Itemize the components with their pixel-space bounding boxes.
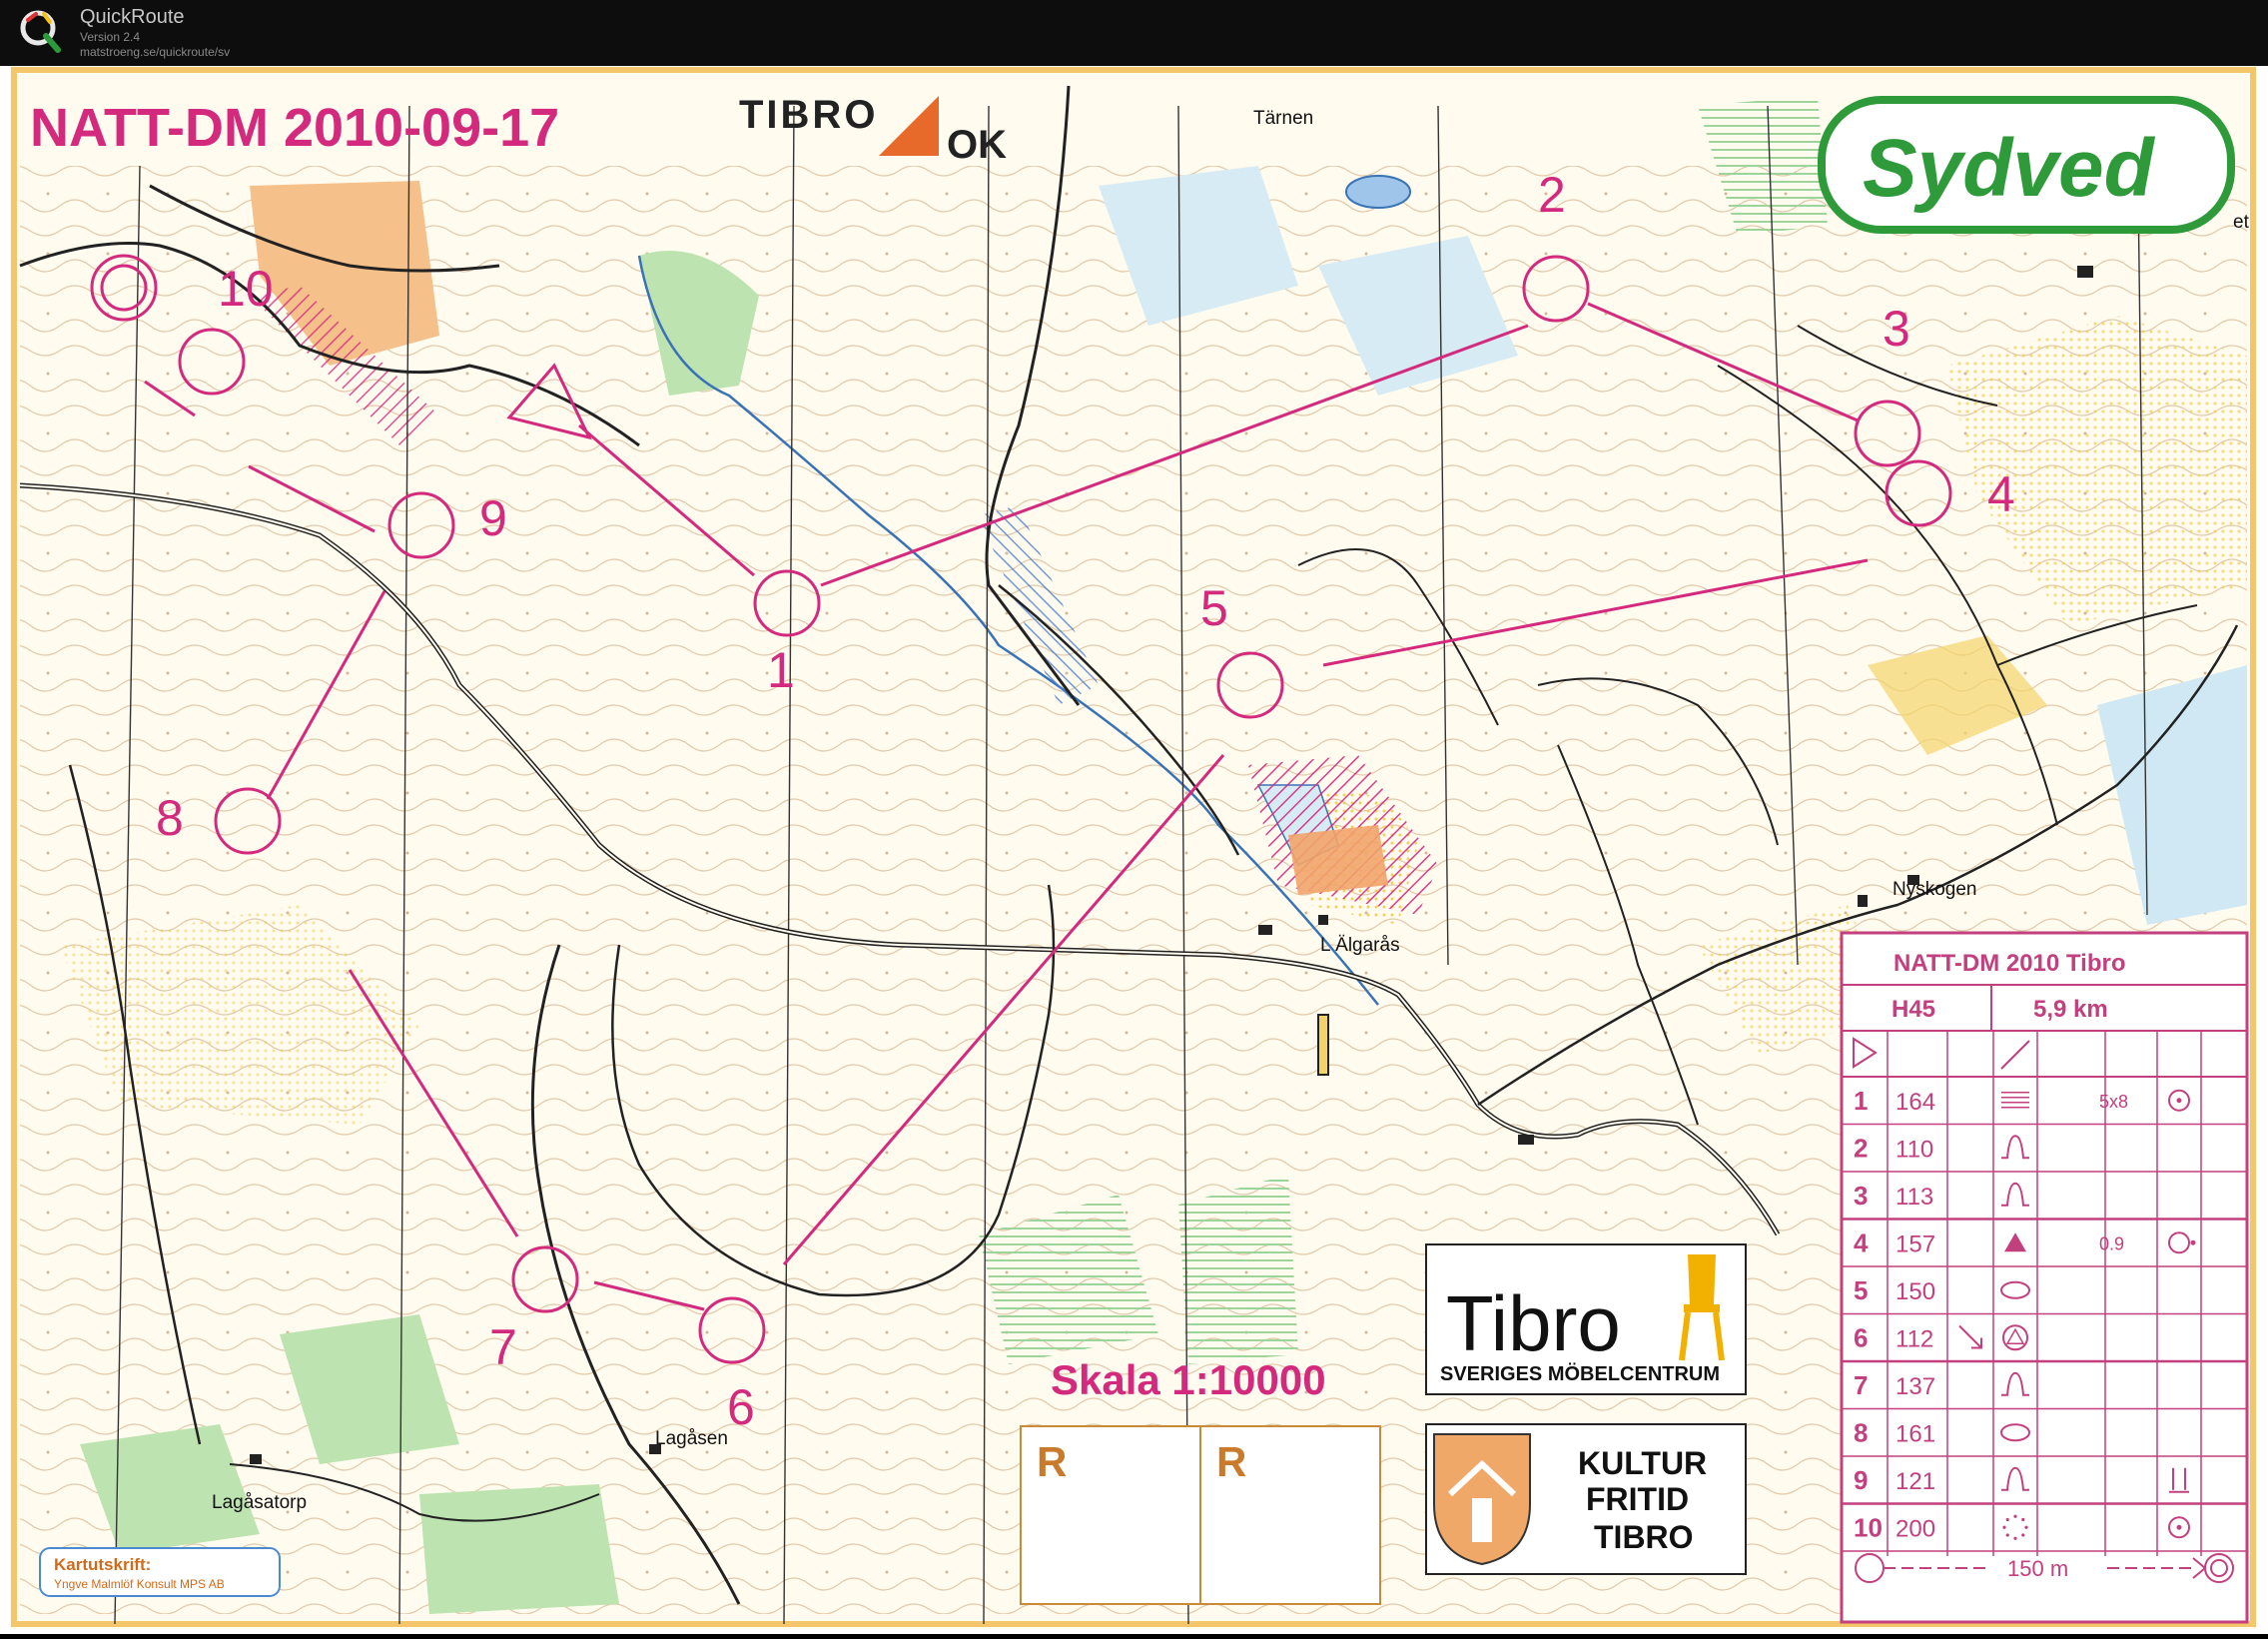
description-length: 5,9 km — [2033, 996, 2108, 1023]
app-version: Version 2.4 — [80, 30, 141, 44]
description-row-code: 161 — [1895, 1421, 1935, 1448]
dot-knoll-symbol-icon — [2002, 1525, 2006, 1529]
finish-distance: 150 m — [2007, 1556, 2068, 1581]
kultur-fritid-logo: KULTUR FRITID TIBRO — [1425, 1423, 1747, 1575]
control-label-1: 1 — [767, 642, 795, 698]
description-row-number: 10 — [1854, 1513, 1883, 1543]
description-row-code: 110 — [1895, 1137, 1933, 1164]
svg-text:Yngve Malmlöf Konsult MPS AB: Yngve Malmlöf Konsult MPS AB — [54, 1577, 225, 1591]
dot-knoll-symbol-icon — [2005, 1517, 2009, 1522]
app-url: matstroeng.se/quickroute/sv — [80, 45, 231, 59]
window-titlebar: QuickRoute Version 2.4 matstroeng.se/qui… — [0, 0, 2268, 66]
description-row-number: 4 — [1854, 1229, 1869, 1258]
place-name-tarnen: Tärnen — [1253, 108, 1313, 129]
description-row-number: 6 — [1854, 1323, 1868, 1353]
description-row-code: 112 — [1895, 1326, 1933, 1353]
control-label-6: 6 — [727, 1379, 755, 1435]
edge-text: et — [2233, 212, 2250, 233]
description-row-code: 164 — [1895, 1089, 1935, 1116]
description-row-dimension: 0.9 — [2099, 1234, 2124, 1254]
map-viewport[interactable]: 1 2 3 4 5 6 7 8 9 10 Tärnen L Älgarås Ny… — [0, 66, 2268, 1634]
control-label-4: 4 — [1987, 466, 2015, 522]
svg-text:Tibro: Tibro — [1446, 1279, 1621, 1367]
svg-text:TIBRO: TIBRO — [739, 93, 878, 137]
svg-text:R: R — [1037, 1438, 1067, 1485]
control-label-5: 5 — [1200, 580, 1228, 636]
description-row-code: 137 — [1895, 1373, 1935, 1400]
description-row-number: 2 — [1854, 1134, 1868, 1164]
svg-text:TIBRO: TIBRO — [1594, 1519, 1694, 1555]
dot-knoll-symbol-icon — [2021, 1517, 2025, 1522]
dot-knoll-symbol-icon — [2021, 1533, 2025, 1537]
description-class: H45 — [1891, 996, 1935, 1023]
description-row-number: 3 — [1854, 1181, 1868, 1211]
location-dot-icon — [2190, 1239, 2196, 1245]
sydved-logo: Sydved — [1818, 96, 2235, 234]
svg-text:Kartutskrift:: Kartutskrift: — [54, 1555, 151, 1574]
control-label-3: 3 — [1883, 301, 1910, 357]
quickroute-logo-icon — [20, 10, 61, 53]
reserved-boxes: R R — [1020, 1425, 1381, 1605]
dot-knoll-symbol-icon — [2024, 1525, 2028, 1529]
svg-text:R: R — [1216, 1438, 1246, 1485]
dot-knoll-symbol-icon — [2005, 1533, 2009, 1537]
place-name-lagasatorp: Lagåsatorp — [212, 1492, 307, 1513]
description-row-number: 1 — [1854, 1086, 1868, 1116]
description-row-number: 7 — [1854, 1370, 1868, 1400]
description-row-code: 157 — [1895, 1231, 1935, 1258]
control-label-2: 2 — [1538, 167, 1566, 223]
control-description-sheet: NATT-DM 2010 Tibro H45 5,9 km 1 164 5x8 2 11… — [1840, 931, 2249, 1624]
svg-text:KULTUR: KULTUR — [1578, 1445, 1707, 1481]
description-row-code: 150 — [1895, 1278, 1935, 1305]
app-name: QuickRoute — [80, 6, 185, 28]
description-row-code: 121 — [1895, 1468, 1935, 1495]
description-title: NATT-DM 2010 Tibro — [1893, 950, 2125, 977]
description-row-code: 200 — [1895, 1516, 1935, 1543]
place-name-nyskogen: Nyskogen — [1892, 879, 1977, 900]
location-dot-icon — [2176, 1524, 2182, 1530]
cartography-credit: Kartutskrift: Yngve Malmlöf Konsult MPS … — [39, 1547, 281, 1597]
svg-text:FRITID: FRITID — [1586, 1481, 1689, 1517]
dot-knoll-symbol-icon — [2013, 1536, 2017, 1540]
location-dot-icon — [2176, 1098, 2182, 1104]
dot-knoll-symbol-icon — [2013, 1514, 2017, 1518]
description-row-number: 8 — [1854, 1418, 1868, 1448]
place-name-l-algaras: L Älgarås — [1320, 935, 1400, 956]
control-label-9: 9 — [479, 490, 507, 546]
control-label-8: 8 — [156, 790, 184, 846]
orienteering-map[interactable]: 1 2 3 4 5 6 7 8 9 10 Tärnen L Älgarås Ny… — [0, 66, 2268, 1634]
scale-label: Skala 1:10000 — [1051, 1356, 1326, 1403]
svg-text:SVERIGES MÖBELCENTRUM: SVERIGES MÖBELCENTRUM — [1440, 1362, 1720, 1385]
control-label-10: 10 — [218, 261, 274, 317]
place-name-lagasen: Lagåsen — [655, 1428, 728, 1449]
event-title: NATT-DM 2010-09-17 — [30, 98, 559, 158]
description-row-dimension: 5x8 — [2099, 1092, 2128, 1112]
description-row-number: 5 — [1854, 1275, 1868, 1305]
control-label-7: 7 — [489, 1319, 517, 1375]
description-row-number: 9 — [1854, 1465, 1868, 1495]
svg-text:Sydved: Sydved — [1863, 123, 2156, 214]
tibro-sponsor-logo: Tibro SVERIGES MÖBELCENTRUM — [1425, 1243, 1747, 1395]
description-row-code: 113 — [1895, 1184, 1933, 1211]
svg-text:OK: OK — [947, 123, 1007, 167]
